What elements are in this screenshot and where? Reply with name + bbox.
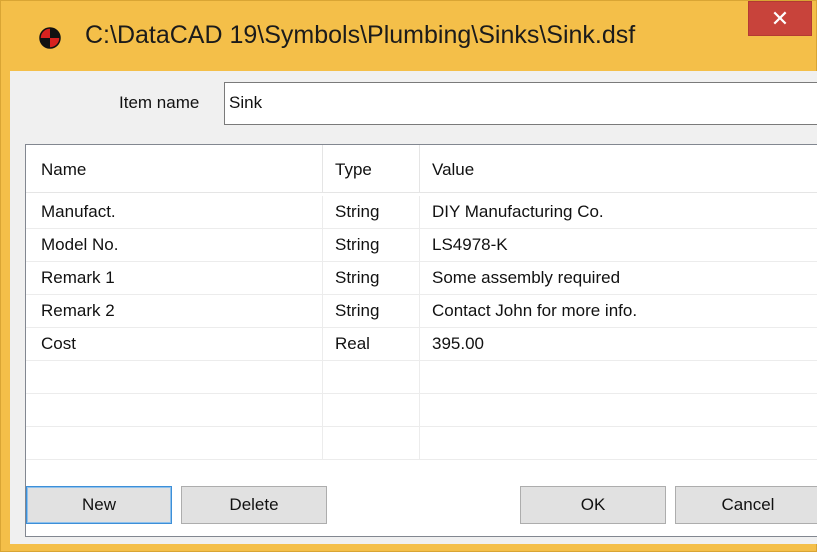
cell-type[interactable] — [323, 394, 420, 426]
column-header-name[interactable]: Name — [26, 145, 323, 192]
cell-value[interactable]: Some assembly required — [420, 262, 810, 294]
cell-name[interactable]: Cost — [26, 328, 323, 360]
title-bar[interactable]: C:\DataCAD 19\Symbols\Plumbing\Sinks\Sin… — [1, 1, 816, 71]
cell-value[interactable] — [420, 361, 810, 393]
new-button[interactable]: New — [26, 486, 172, 524]
table-header: Name Type Value — [26, 145, 817, 193]
cell-type[interactable] — [323, 427, 420, 459]
datacad-app-icon — [39, 27, 61, 49]
item-name-label: Item name — [119, 93, 200, 112]
cell-name[interactable]: Manufact. — [26, 196, 323, 228]
cell-value[interactable]: DIY Manufacturing Co. — [420, 196, 810, 228]
cancel-button[interactable]: Cancel — [675, 486, 817, 524]
dialog-body: Item name Sink Name Type Value Manufact.… — [10, 71, 817, 544]
table-row[interactable]: Remark 1 String Some assembly required — [26, 262, 817, 295]
cell-value[interactable]: LS4978-K — [420, 229, 810, 261]
cell-value[interactable] — [420, 427, 810, 459]
item-name-input[interactable]: Sink — [224, 82, 817, 125]
cell-type[interactable] — [323, 361, 420, 393]
cell-value[interactable]: 395.00 — [420, 328, 810, 360]
close-button[interactable]: ✕ — [748, 1, 812, 36]
table-row[interactable]: Model No. String LS4978-K — [26, 229, 817, 262]
cell-type[interactable]: String — [323, 196, 420, 228]
delete-button[interactable]: Delete — [181, 486, 327, 524]
column-header-type[interactable]: Type — [323, 145, 420, 192]
dialog-window: C:\DataCAD 19\Symbols\Plumbing\Sinks\Sin… — [0, 0, 817, 552]
cell-value[interactable]: Contact John for more info. — [420, 295, 810, 327]
empty-table-row[interactable] — [26, 394, 817, 427]
column-header-value[interactable]: Value — [420, 145, 810, 192]
cell-name[interactable] — [26, 361, 323, 393]
empty-table-row[interactable] — [26, 427, 817, 460]
empty-table-row[interactable] — [26, 361, 817, 394]
table-row[interactable]: Manufact. String DIY Manufacturing Co. — [26, 196, 817, 229]
cell-type[interactable]: String — [323, 295, 420, 327]
cell-name[interactable]: Remark 2 — [26, 295, 323, 327]
ok-button[interactable]: OK — [520, 486, 666, 524]
cell-type[interactable]: String — [323, 229, 420, 261]
cell-name[interactable] — [26, 394, 323, 426]
close-icon: ✕ — [770, 6, 790, 31]
window-title: C:\DataCAD 19\Symbols\Plumbing\Sinks\Sin… — [85, 21, 636, 49]
cell-name[interactable]: Model No. — [26, 229, 323, 261]
table-row[interactable]: Remark 2 String Contact John for more info… — [26, 295, 817, 328]
cell-name[interactable] — [26, 427, 323, 459]
cell-type[interactable]: Real — [323, 328, 420, 360]
table-row[interactable]: Cost Real 395.00 — [26, 328, 817, 361]
cell-name[interactable]: Remark 1 — [26, 262, 323, 294]
cell-type[interactable]: String — [323, 262, 420, 294]
attributes-table[interactable]: Name Type Value Manufact. String DIY Manuf… — [25, 144, 817, 537]
cell-value[interactable] — [420, 394, 810, 426]
